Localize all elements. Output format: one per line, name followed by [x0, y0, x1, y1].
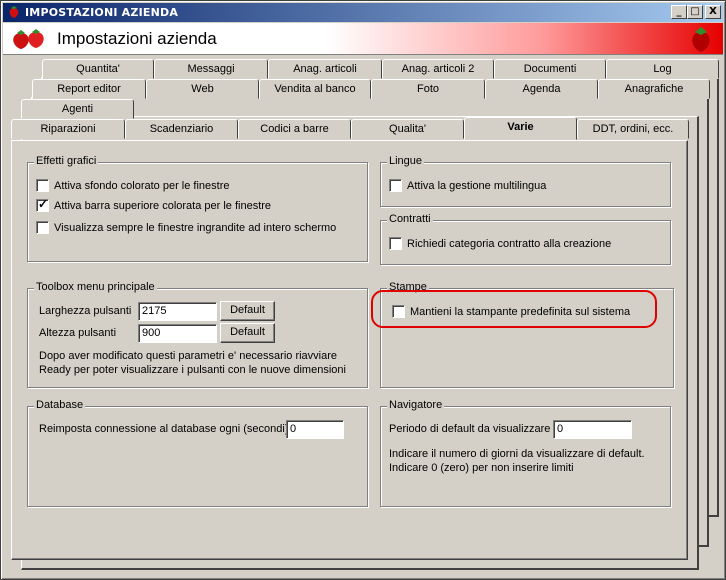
checkbox-barra-superiore[interactable]: ✓	[36, 197, 49, 212]
maximize-icon: □	[690, 6, 700, 17]
checkbox-label: Richiedi categoria contratto alla creazi…	[407, 237, 612, 250]
larghezza-default-button[interactable]: Default	[220, 301, 275, 321]
checkbox-row[interactable]: Richiedi categoria contratto alla creazi…	[389, 237, 611, 250]
tab-anagrafiche[interactable]: Anagrafiche	[598, 79, 710, 99]
minimize-button[interactable]: _	[671, 5, 687, 19]
altezza-input[interactable]: 900	[138, 324, 217, 343]
navigatore-note-line2: Indicare 0 (zero) per non inserire limit…	[389, 462, 574, 474]
close-button[interactable]: X	[705, 5, 721, 19]
minimize-icon: _	[676, 6, 682, 17]
checkbox-multilingua[interactable]	[389, 179, 402, 192]
groupbox-legend: Navigatore	[387, 399, 445, 411]
varie-tab-panel: Effetti grafici Attiva sfondo colorato p…	[11, 140, 688, 560]
tab-agenti[interactable]: Agenti	[21, 99, 134, 119]
groupbox-legend: Database	[34, 399, 86, 411]
groupbox-legend: Lingue	[387, 155, 425, 167]
strawberries-logo	[9, 27, 49, 54]
altezza-default-button[interactable]: Default	[220, 323, 275, 343]
maximize-button[interactable]: □	[687, 5, 703, 19]
groupbox-navigatore: Navigatore Periodo di default da visuali…	[380, 399, 671, 507]
checkbox-row[interactable]: Attiva sfondo colorato per le finestre	[36, 179, 229, 192]
tab-scadenziario[interactable]: Scadenziario	[125, 119, 238, 139]
header-title: Impostazioni azienda	[57, 29, 217, 48]
window-title: IMPOSTAZIONI AZIENDA	[25, 6, 179, 19]
strawberry-icon	[689, 25, 713, 56]
tab-agenda[interactable]: Agenda	[485, 79, 598, 99]
navigatore-periodo-input[interactable]: 0	[553, 420, 632, 439]
database-reconnect-label: Reimposta connessione al database ogni (…	[39, 423, 289, 435]
groupbox-effetti-grafici: Effetti grafici Attiva sfondo colorato p…	[27, 155, 368, 262]
header-band: Impostazioni azienda	[3, 23, 723, 55]
tab-report-editor[interactable]: Report editor	[32, 79, 146, 99]
groupbox-legend: Effetti grafici	[34, 155, 99, 167]
checkbox-label: Attiva la gestione multilingua	[407, 179, 547, 192]
toolbox-note-line1: Dopo aver modificato questi parametri e'…	[39, 350, 338, 362]
tab-ddt-ordini[interactable]: DDT, ordini, ecc.	[577, 119, 689, 139]
navigatore-note-line1: Indicare il numero di giorni da visualiz…	[389, 448, 645, 460]
groupbox-lingue: Lingue Attiva la gestione multilingua	[380, 155, 671, 207]
checkbox-categoria-contratto[interactable]	[389, 237, 402, 250]
settings-window: IMPOSTAZIONI AZIENDA _ □ X Impostazioni …	[0, 0, 726, 580]
groupbox-legend: Contratti	[387, 213, 433, 225]
checkbox-row[interactable]: Visualizza sempre le finestre ingrandite…	[36, 221, 336, 234]
close-icon: X	[709, 6, 717, 17]
checkbox-sfondo-colorato[interactable]	[36, 179, 49, 192]
tab-messaggi[interactable]: Messaggi	[154, 59, 268, 79]
tab-qualita[interactable]: Qualita'	[351, 119, 464, 139]
checkbox-row[interactable]: Attiva la gestione multilingua	[389, 179, 546, 192]
larghezza-input[interactable]: 2175	[138, 302, 217, 321]
checkbox-label: Visualizza sempre le finestre ingrandite…	[54, 221, 337, 234]
red-highlight-annotation	[371, 290, 657, 328]
tab-riparazioni[interactable]: Riparazioni	[11, 119, 125, 139]
checkmark-icon: ✓	[38, 197, 49, 211]
tab-documenti[interactable]: Documenti	[494, 59, 606, 79]
tab-log[interactable]: Log	[606, 59, 719, 79]
groupbox-database: Database Reimposta connessione al databa…	[27, 399, 368, 507]
larghezza-label: Larghezza pulsanti	[39, 305, 132, 317]
navigatore-periodo-label: Periodo di default da visualizzare	[389, 423, 551, 435]
tab-anag-articoli[interactable]: Anag. articoli	[268, 59, 382, 79]
tab-varie[interactable]: Varie	[464, 117, 577, 140]
tab-quantita[interactable]: Quantita'	[42, 59, 154, 79]
groupbox-toolbox: Toolbox menu principale Larghezza pulsan…	[27, 281, 368, 388]
tab-web[interactable]: Web	[146, 79, 259, 99]
checkbox-label: Attiva sfondo colorato per le finestre	[54, 179, 230, 192]
checkbox-finestre-ingrandite[interactable]	[36, 221, 49, 234]
tab-codici-a-barre[interactable]: Codici a barre	[238, 119, 351, 139]
title-bar[interactable]: IMPOSTAZIONI AZIENDA _ □ X	[3, 3, 723, 22]
checkbox-row[interactable]: ✓ Attiva barra superiore colorata per le…	[36, 197, 272, 212]
checkbox-label: Attiva barra superiore colorata per le f…	[54, 199, 272, 212]
strawberry-icon	[7, 5, 21, 22]
groupbox-legend: Toolbox menu principale	[34, 281, 157, 293]
toolbox-note-line2: Ready per poter visualizzare i pulsanti …	[39, 364, 346, 376]
groupbox-contratti: Contratti Richiedi categoria contratto a…	[380, 213, 671, 265]
database-reconnect-input[interactable]: 0	[286, 420, 344, 439]
tab-vendita-al-banco[interactable]: Vendita al banco	[259, 79, 371, 99]
tab-anag-articoli-2[interactable]: Anag. articoli 2	[382, 59, 494, 79]
tab-foto[interactable]: Foto	[371, 79, 485, 99]
altezza-label: Altezza pulsanti	[39, 327, 117, 339]
